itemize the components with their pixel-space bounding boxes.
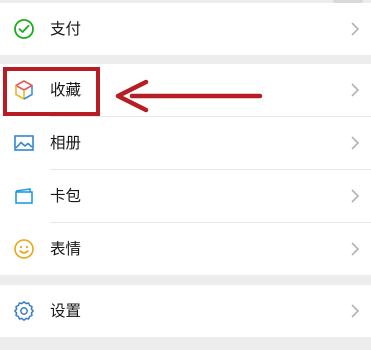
annotation-arrow [115, 79, 263, 113]
